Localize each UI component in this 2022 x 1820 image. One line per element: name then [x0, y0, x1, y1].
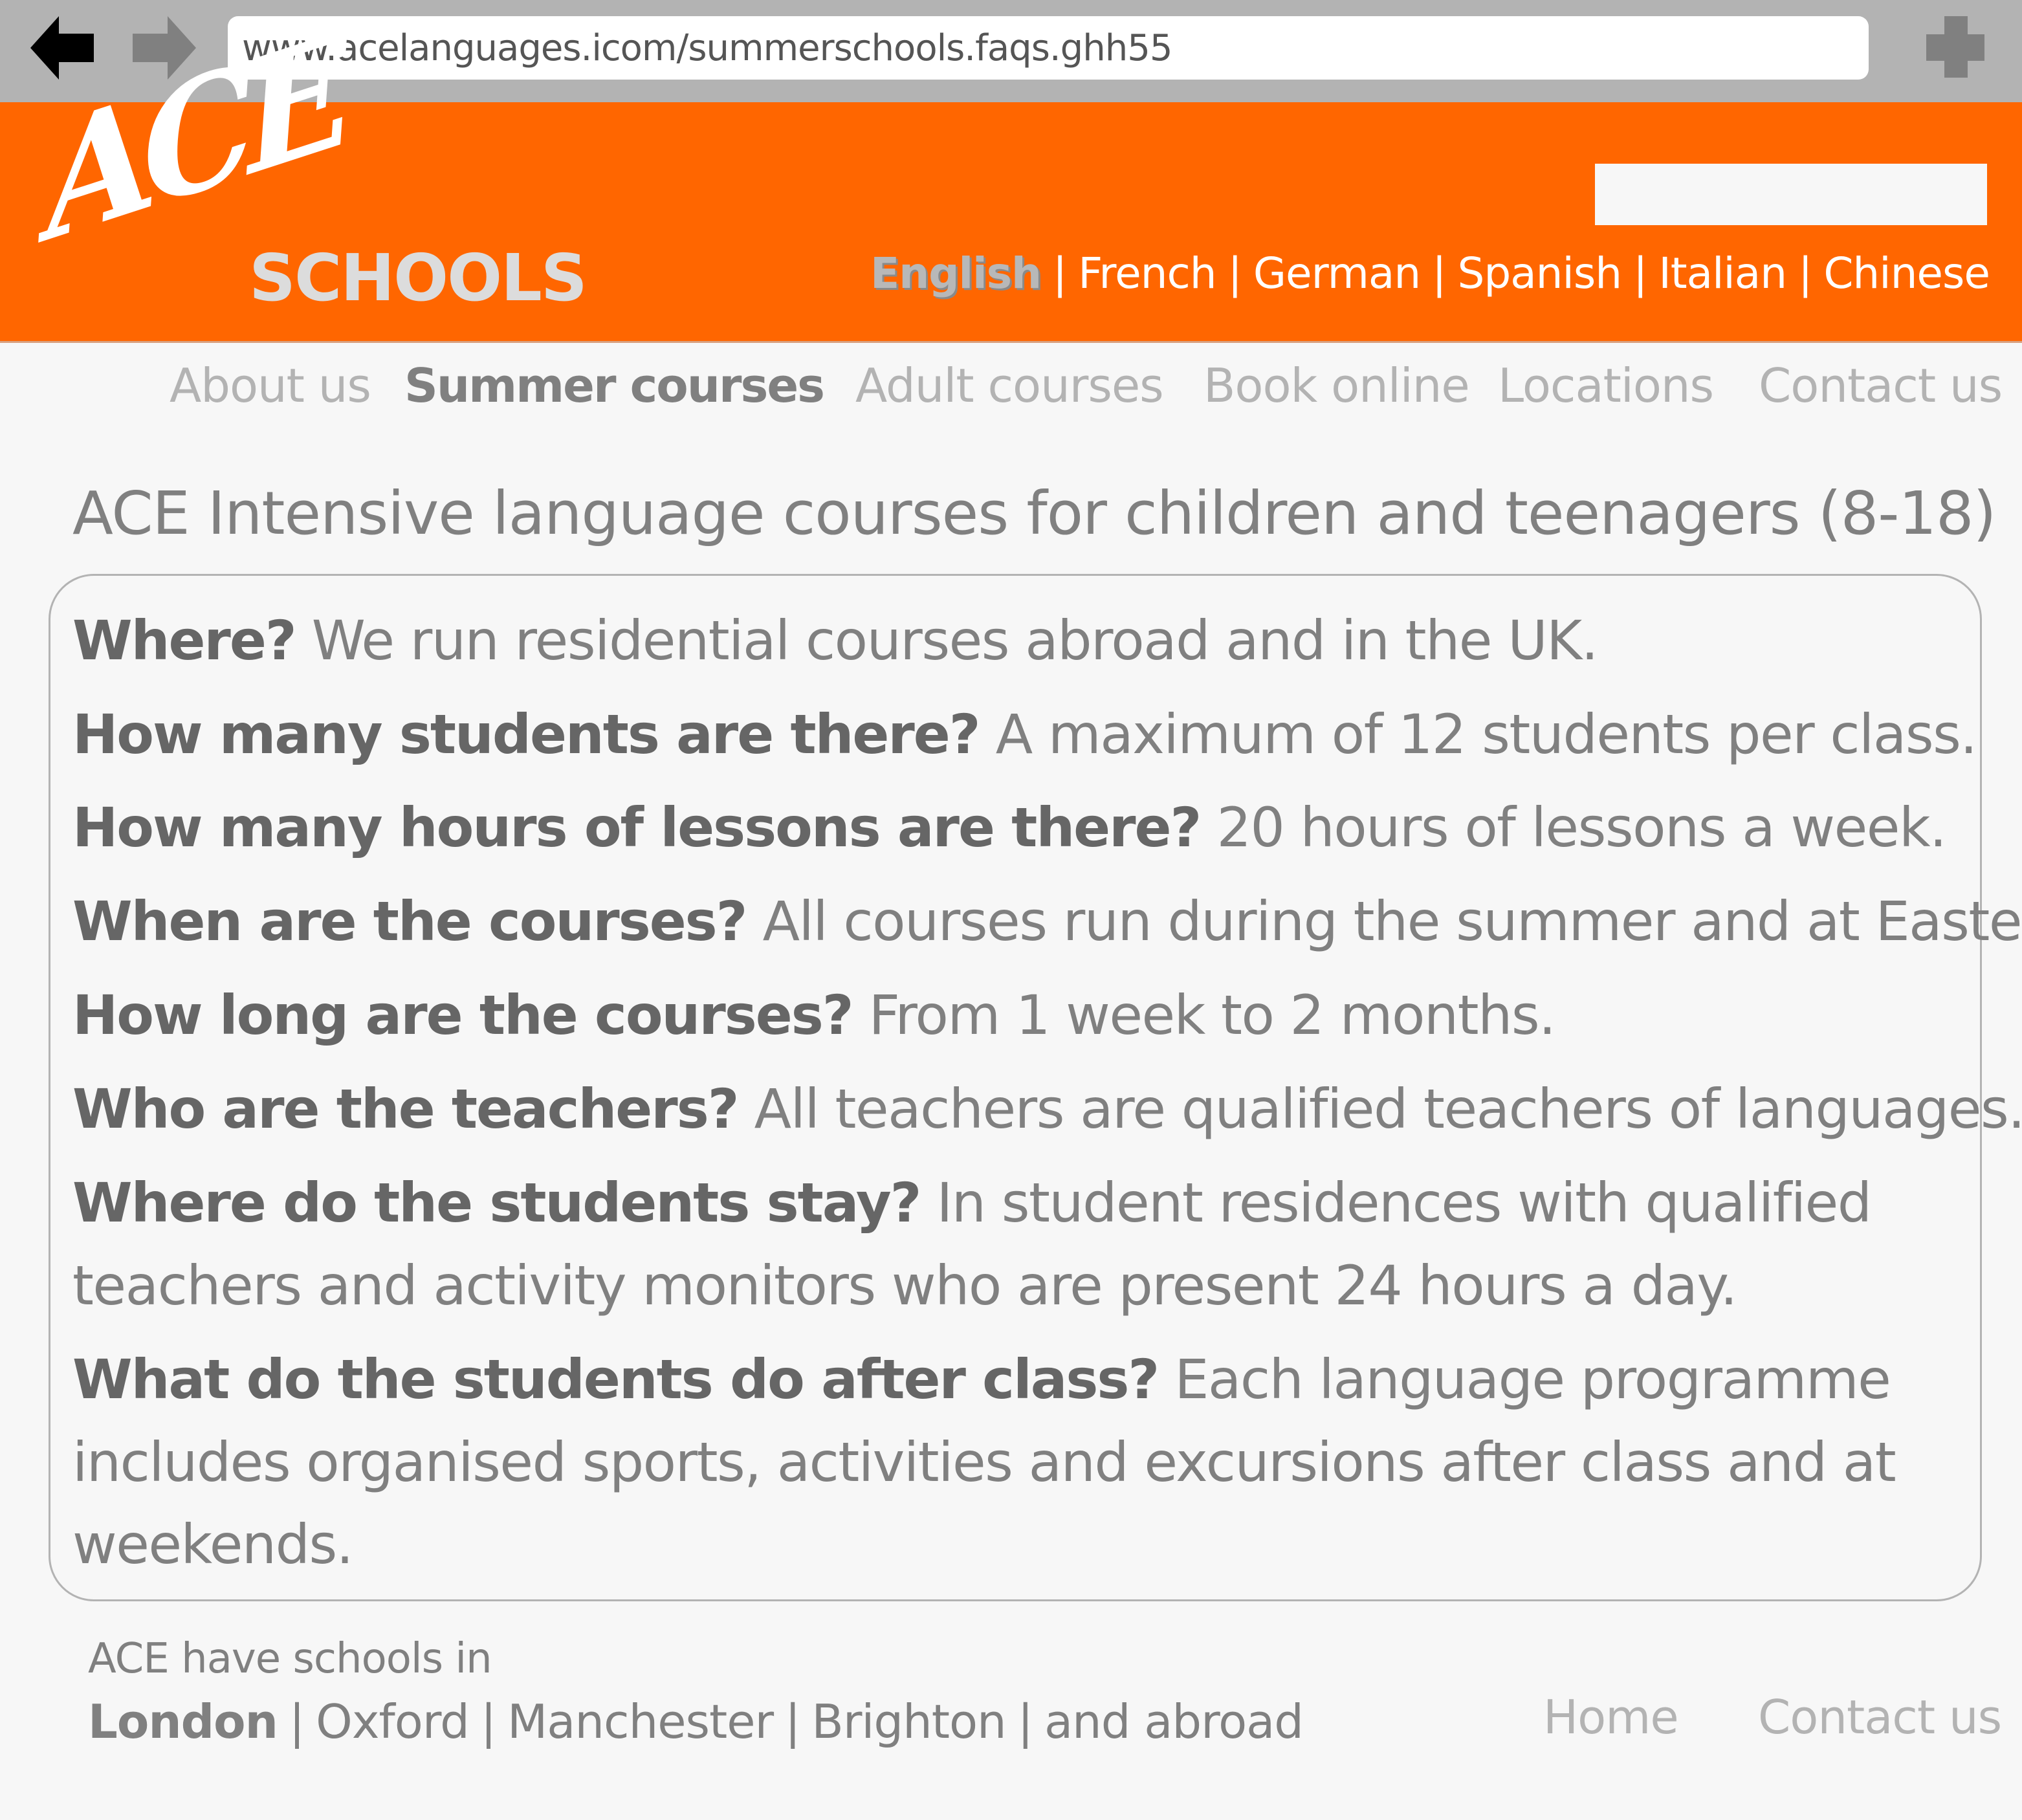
- faq-question: How many students are there?: [72, 703, 980, 766]
- faq-answer: All teachers are qualified teachers of l…: [754, 1077, 2022, 1141]
- separator: |: [1633, 248, 1647, 298]
- lang-english[interactable]: English: [870, 248, 1042, 298]
- city-brighton[interactable]: Brighton: [811, 1694, 1006, 1749]
- separator: |: [289, 1694, 305, 1749]
- faq-question: How long are the courses?: [72, 983, 853, 1047]
- faq-item: When are the courses? All courses run du…: [72, 894, 2022, 948]
- back-button[interactable]: [29, 16, 94, 81]
- footer-contact-link[interactable]: Contact us: [1758, 1694, 2002, 1740]
- separator: |: [1227, 248, 1242, 298]
- city-abroad[interactable]: and abroad: [1044, 1694, 1304, 1749]
- faq-item: How many hours of lessons are there? 20 …: [72, 800, 1947, 855]
- faq-answer-continued: includes organised sports, activities an…: [72, 1435, 1896, 1489]
- url-bar[interactable]: www.acelanguages.icom/summerschools.faqs…: [228, 16, 1869, 80]
- faq-answer: teachers and activity monitors who are p…: [72, 1254, 1737, 1317]
- faq-item: Who are the teachers? All teachers are q…: [72, 1082, 2022, 1136]
- faq-answer: From 1 week to 2 months.: [868, 983, 1556, 1047]
- faq-question: When are the courses?: [72, 890, 747, 953]
- page-title: ACE Intensive language courses for child…: [72, 479, 1996, 548]
- faq-question: How many hours of lessons are there?: [72, 796, 1202, 859]
- city-london[interactable]: London: [88, 1694, 278, 1749]
- plus-icon: [1926, 16, 1984, 78]
- faq-answer: Each language programme: [1174, 1348, 1891, 1411]
- faq-answer-continued: teachers and activity monitors who are p…: [72, 1258, 1737, 1313]
- lang-italian[interactable]: Italian: [1658, 248, 1787, 298]
- separator: |: [1017, 1694, 1033, 1749]
- faq-answer: In student residences with qualified: [936, 1171, 1873, 1234]
- city-manchester[interactable]: Manchester: [507, 1694, 774, 1749]
- city-oxford[interactable]: Oxford: [316, 1694, 470, 1749]
- separator: |: [785, 1694, 800, 1749]
- faq-item: How long are the courses? From 1 week to…: [72, 988, 1556, 1042]
- faq-question: Who are the teachers?: [72, 1077, 739, 1141]
- faq-question: Where do the students stay?: [72, 1171, 921, 1234]
- nav-about-us[interactable]: About us: [170, 362, 371, 409]
- footer-city-list: London | Oxford | Manchester | Brighton | and ab…: [88, 1698, 1304, 1745]
- faq-item: Where? We run residential courses abroad…: [72, 613, 1598, 668]
- lang-french[interactable]: French: [1078, 248, 1216, 298]
- nav-contact-us[interactable]: Contact us: [1759, 362, 2003, 409]
- faq-item: How many students are there? A maximum o…: [72, 707, 1977, 762]
- faq-question: Where?: [72, 609, 297, 672]
- nav-summer-courses[interactable]: Summer courses: [404, 362, 825, 409]
- footer-home-link[interactable]: Home: [1543, 1694, 1679, 1740]
- lang-spanish[interactable]: Spanish: [1457, 248, 1622, 298]
- faq-item: Where do the students stay? In student r…: [72, 1176, 1872, 1230]
- lang-chinese[interactable]: Chinese: [1823, 248, 1990, 298]
- separator: |: [1432, 248, 1446, 298]
- search-input[interactable]: [1595, 164, 1987, 225]
- logo-schools[interactable]: SCHOOLS: [249, 246, 588, 311]
- new-tab-button[interactable]: [1925, 16, 1986, 78]
- separator: |: [480, 1694, 496, 1749]
- nav-book-online[interactable]: Book online: [1203, 362, 1470, 409]
- footer-intro: ACE have schools in: [88, 1635, 492, 1683]
- nav-adult-courses[interactable]: Adult courses: [855, 362, 1164, 409]
- separator: |: [1798, 248, 1812, 298]
- faq-question: What do the students do after class?: [72, 1348, 1159, 1411]
- lang-german[interactable]: German: [1253, 248, 1421, 298]
- faq-answer: All courses run during the summer and at…: [762, 890, 2022, 953]
- language-nav: English | French | German | Spanish | Italian | Ch…: [870, 252, 1990, 295]
- separator: |: [1052, 248, 1067, 298]
- faq-answer: 20 hours of lessons a week.: [1216, 796, 1946, 859]
- nav-locations[interactable]: Locations: [1498, 362, 1714, 409]
- faq-answer: includes organised sports, activities an…: [72, 1431, 1896, 1494]
- faq-answer: A maximum of 12 students per class.: [995, 703, 1977, 766]
- faq-answer: weekends.: [72, 1513, 353, 1576]
- faq-item: What do the students do after class? Eac…: [72, 1352, 1891, 1407]
- faq-answer: We run residential courses abroad and in…: [311, 609, 1599, 672]
- back-arrow-icon: [30, 16, 94, 80]
- faq-answer-continued: weekends.: [72, 1517, 353, 1572]
- url-text: www.acelanguages.icom/summerschools.faqs…: [242, 27, 1172, 69]
